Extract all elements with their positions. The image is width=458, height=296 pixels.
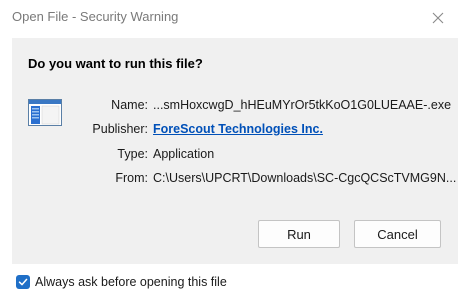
name-row: Name: ...smHoxcwgD_hHEuMYrOr5tkKoO1G0LUE… [72,98,451,116]
cancel-button[interactable]: Cancel [354,220,441,248]
from-value: C:\Users\UPCRT\Downloads\SC-CgcQCScTVMG9… [153,171,457,185]
checkmark-icon [18,277,28,287]
name-value: ...smHoxcwgD_hHEuMYrOr5tkKoO1G0LUEAAE-.e… [153,98,452,112]
run-file-question: Do you want to run this file? [28,56,203,71]
always-ask-checkbox[interactable] [16,275,30,289]
publisher-link[interactable]: ForeScout Technologies Inc. [153,122,323,140]
type-row: Type: Application [72,147,214,165]
footer: Always ask before opening this file [16,273,227,291]
always-ask-label: Always ask before opening this file [35,275,227,289]
name-label: Name: [111,98,148,112]
close-button[interactable] [426,6,450,30]
from-row: From: C:\Users\UPCRT\Downloads\SC-CgcQCS… [72,171,456,189]
publisher-label: Publisher: [92,122,148,136]
type-value: Application [153,147,215,161]
close-icon [432,12,444,24]
from-label: From: [115,171,148,185]
security-warning-dialog: Open File - Security Warning Do you want… [0,0,458,296]
executable-file-icon [28,99,62,126]
window-title: Open File - Security Warning [12,9,179,24]
title-bar: Open File - Security Warning [0,0,458,36]
publisher-row: Publisher: ForeScout Technologies Inc. [72,122,323,140]
content-panel: Do you want to run this file? Name: ...s… [12,38,458,264]
run-button[interactable]: Run [258,220,340,248]
type-label: Type: [117,147,148,161]
